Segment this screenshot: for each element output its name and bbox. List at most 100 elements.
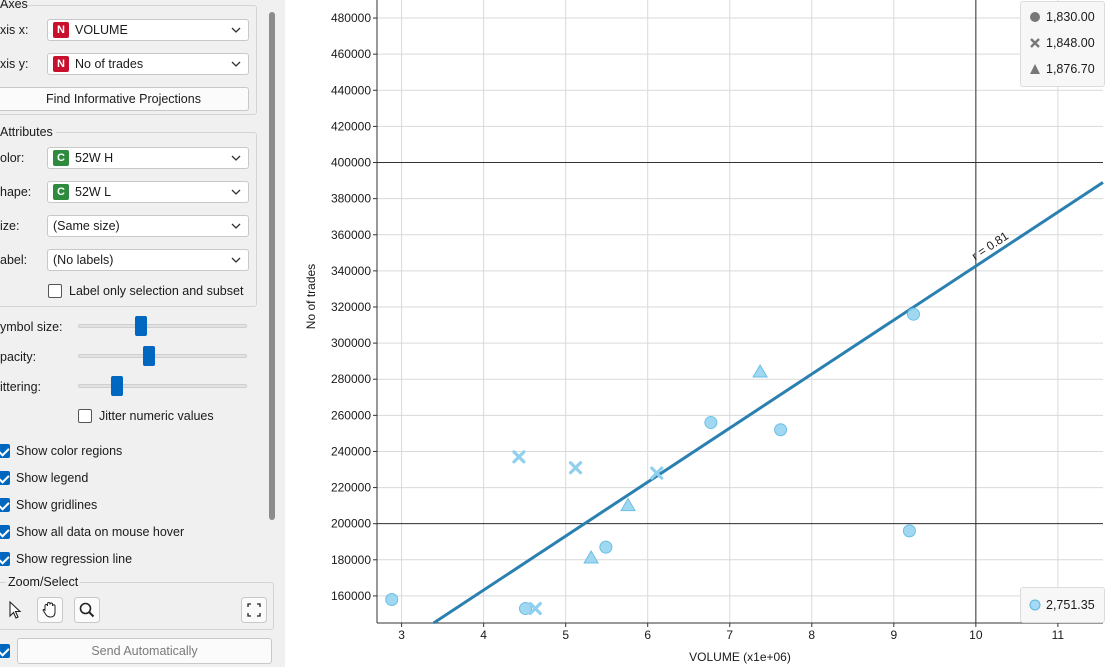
size-combo[interactable]: (Same size) xyxy=(47,215,249,237)
size-label: ize: xyxy=(0,219,20,233)
x-tick-label: 10 xyxy=(969,628,983,642)
triangle-symbol-icon xyxy=(1030,64,1040,74)
y-tick-label: 440000 xyxy=(331,83,371,97)
y-tick-label: 320000 xyxy=(331,300,371,314)
data-point-triangle xyxy=(620,497,636,512)
symbol-size-slider-track[interactable] xyxy=(78,324,247,328)
data-point-circle xyxy=(599,540,613,554)
circle-symbol-icon xyxy=(1030,12,1040,22)
axis-y-label: xis y: xyxy=(0,57,29,71)
y-tick-label: 160000 xyxy=(331,589,371,603)
categorical-variable-icon: C xyxy=(53,150,69,166)
jitter-numeric-checkbox[interactable] xyxy=(78,409,92,423)
attributes-group-title: Attributes xyxy=(0,125,56,139)
numeric-variable-icon: N xyxy=(53,22,69,38)
show-regression-line-checkbox[interactable] xyxy=(0,552,10,566)
x-axis-label: VOLUME (x1e+06) xyxy=(689,650,791,664)
color-combo[interactable]: C 52W H xyxy=(47,147,249,169)
circle-symbol-icon xyxy=(1029,599,1041,611)
label-combo[interactable]: (No labels) xyxy=(47,249,249,271)
x-tick-label: 11 xyxy=(1052,628,1065,642)
opacity-slider-track[interactable] xyxy=(78,354,247,358)
pan-hand-icon[interactable] xyxy=(37,597,63,623)
shape-legend-label: 1,876.70 xyxy=(1046,62,1095,76)
x-tick-label: 7 xyxy=(726,628,733,642)
cross-symbol-icon xyxy=(1030,38,1040,48)
axis-x-value: VOLUME xyxy=(75,23,128,37)
y-tick-label: 420000 xyxy=(331,119,371,133)
data-point-circle xyxy=(704,416,718,430)
color-legend-item: 2,751.35 xyxy=(1029,598,1095,612)
control-panel: Axes xis x: N VOLUME xis y: N No of trad… xyxy=(0,0,285,667)
shape-value: 52W L xyxy=(75,185,112,199)
x-tick-label: 3 xyxy=(398,628,405,642)
axis-y-combo[interactable]: N No of trades xyxy=(47,53,249,75)
opacity-label: pacity: xyxy=(0,350,37,364)
show-all-data-on-hover-label: Show all data on mouse hover xyxy=(16,525,185,539)
numeric-variable-icon: N xyxy=(53,56,69,72)
show-color-regions-checkbox[interactable] xyxy=(0,444,10,458)
shape-label: hape: xyxy=(0,185,32,199)
y-tick-label: 240000 xyxy=(331,444,371,458)
shape-legend-label: 1,830.00 xyxy=(1046,10,1095,24)
jittering-slider-track[interactable] xyxy=(78,384,247,388)
send-automatically-button[interactable]: Send Automatically xyxy=(17,638,272,664)
y-tick-label: 400000 xyxy=(331,156,371,170)
scatter-plot[interactable]: 3 4 5 6 7 8 9 10 11 160000 180000 200000 220000 24000… xyxy=(285,0,1113,667)
data-point-circle xyxy=(907,307,921,321)
y-axis-label: No of trades xyxy=(304,264,318,329)
jitter-numeric-label: Jitter numeric values xyxy=(99,409,214,423)
x-tick-label: 4 xyxy=(480,628,487,642)
y-tick-label: 300000 xyxy=(331,336,371,350)
label-label: abel: xyxy=(0,253,28,267)
color-value: 52W H xyxy=(75,151,114,165)
categorical-variable-icon: C xyxy=(53,184,69,200)
pointer-icon[interactable] xyxy=(2,597,28,623)
y-tick-label: 180000 xyxy=(331,553,371,567)
scatter-plot-area[interactable]: 3 4 5 6 7 8 9 10 11 160000 180000 200000 220000 24000… xyxy=(285,0,1113,667)
data-point-circle xyxy=(902,524,916,538)
show-all-data-on-hover-checkbox[interactable] xyxy=(0,525,10,539)
data-point-circle xyxy=(385,593,399,607)
y-tick-label: 460000 xyxy=(331,47,371,61)
show-gridlines-label: Show gridlines xyxy=(16,498,98,512)
panel-scrollbar[interactable] xyxy=(269,12,275,520)
color-legend[interactable]: 2,751.35 xyxy=(1020,587,1105,623)
shape-legend-item: 1,830.00 xyxy=(1029,10,1095,24)
chevron-down-icon xyxy=(231,257,241,263)
y-tick-label: 200000 xyxy=(331,517,371,531)
x-tick-label: 8 xyxy=(808,628,815,642)
size-value: (Same size) xyxy=(53,219,120,233)
axis-x-combo[interactable]: N VOLUME xyxy=(47,19,249,41)
shape-legend-item: 1,876.70 xyxy=(1029,62,1095,76)
label-only-selection-checkbox[interactable] xyxy=(48,284,62,298)
fit-expand-icon[interactable] xyxy=(241,597,267,623)
jittering-slider-handle[interactable] xyxy=(110,376,123,396)
y-tick-label: 360000 xyxy=(331,228,371,242)
axis-y-value: No of trades xyxy=(75,57,144,71)
send-automatically-checkbox[interactable] xyxy=(0,644,10,658)
x-tick-label: 6 xyxy=(644,628,651,642)
chevron-down-icon xyxy=(231,155,241,161)
data-point-cross xyxy=(568,461,583,475)
show-regression-line-label: Show regression line xyxy=(16,552,133,566)
show-legend-checkbox[interactable] xyxy=(0,471,10,485)
data-point-triangle xyxy=(752,364,768,378)
shape-combo[interactable]: C 52W L xyxy=(47,181,249,203)
shape-legend[interactable]: 1,830.00 1,848.00 1,876.70 xyxy=(1020,1,1105,87)
data-point-circle xyxy=(774,423,788,437)
y-tick-label: 340000 xyxy=(331,264,371,278)
y-tick-label: 260000 xyxy=(331,408,371,422)
color-legend-label: 2,751.35 xyxy=(1046,598,1095,612)
x-tick-label: 5 xyxy=(562,628,569,642)
chevron-down-icon xyxy=(231,189,241,195)
show-gridlines-checkbox[interactable] xyxy=(0,498,10,512)
find-informative-projections-button[interactable]: Find Informative Projections xyxy=(0,87,249,111)
symbol-size-label: ymbol size: xyxy=(0,320,63,334)
zoom-magnifier-icon[interactable] xyxy=(74,597,100,623)
opacity-slider-handle[interactable] xyxy=(142,346,155,366)
symbol-size-slider-handle[interactable] xyxy=(134,316,147,336)
chevron-down-icon xyxy=(231,27,241,33)
chevron-down-icon xyxy=(231,223,241,229)
jittering-label: ittering: xyxy=(0,380,41,394)
